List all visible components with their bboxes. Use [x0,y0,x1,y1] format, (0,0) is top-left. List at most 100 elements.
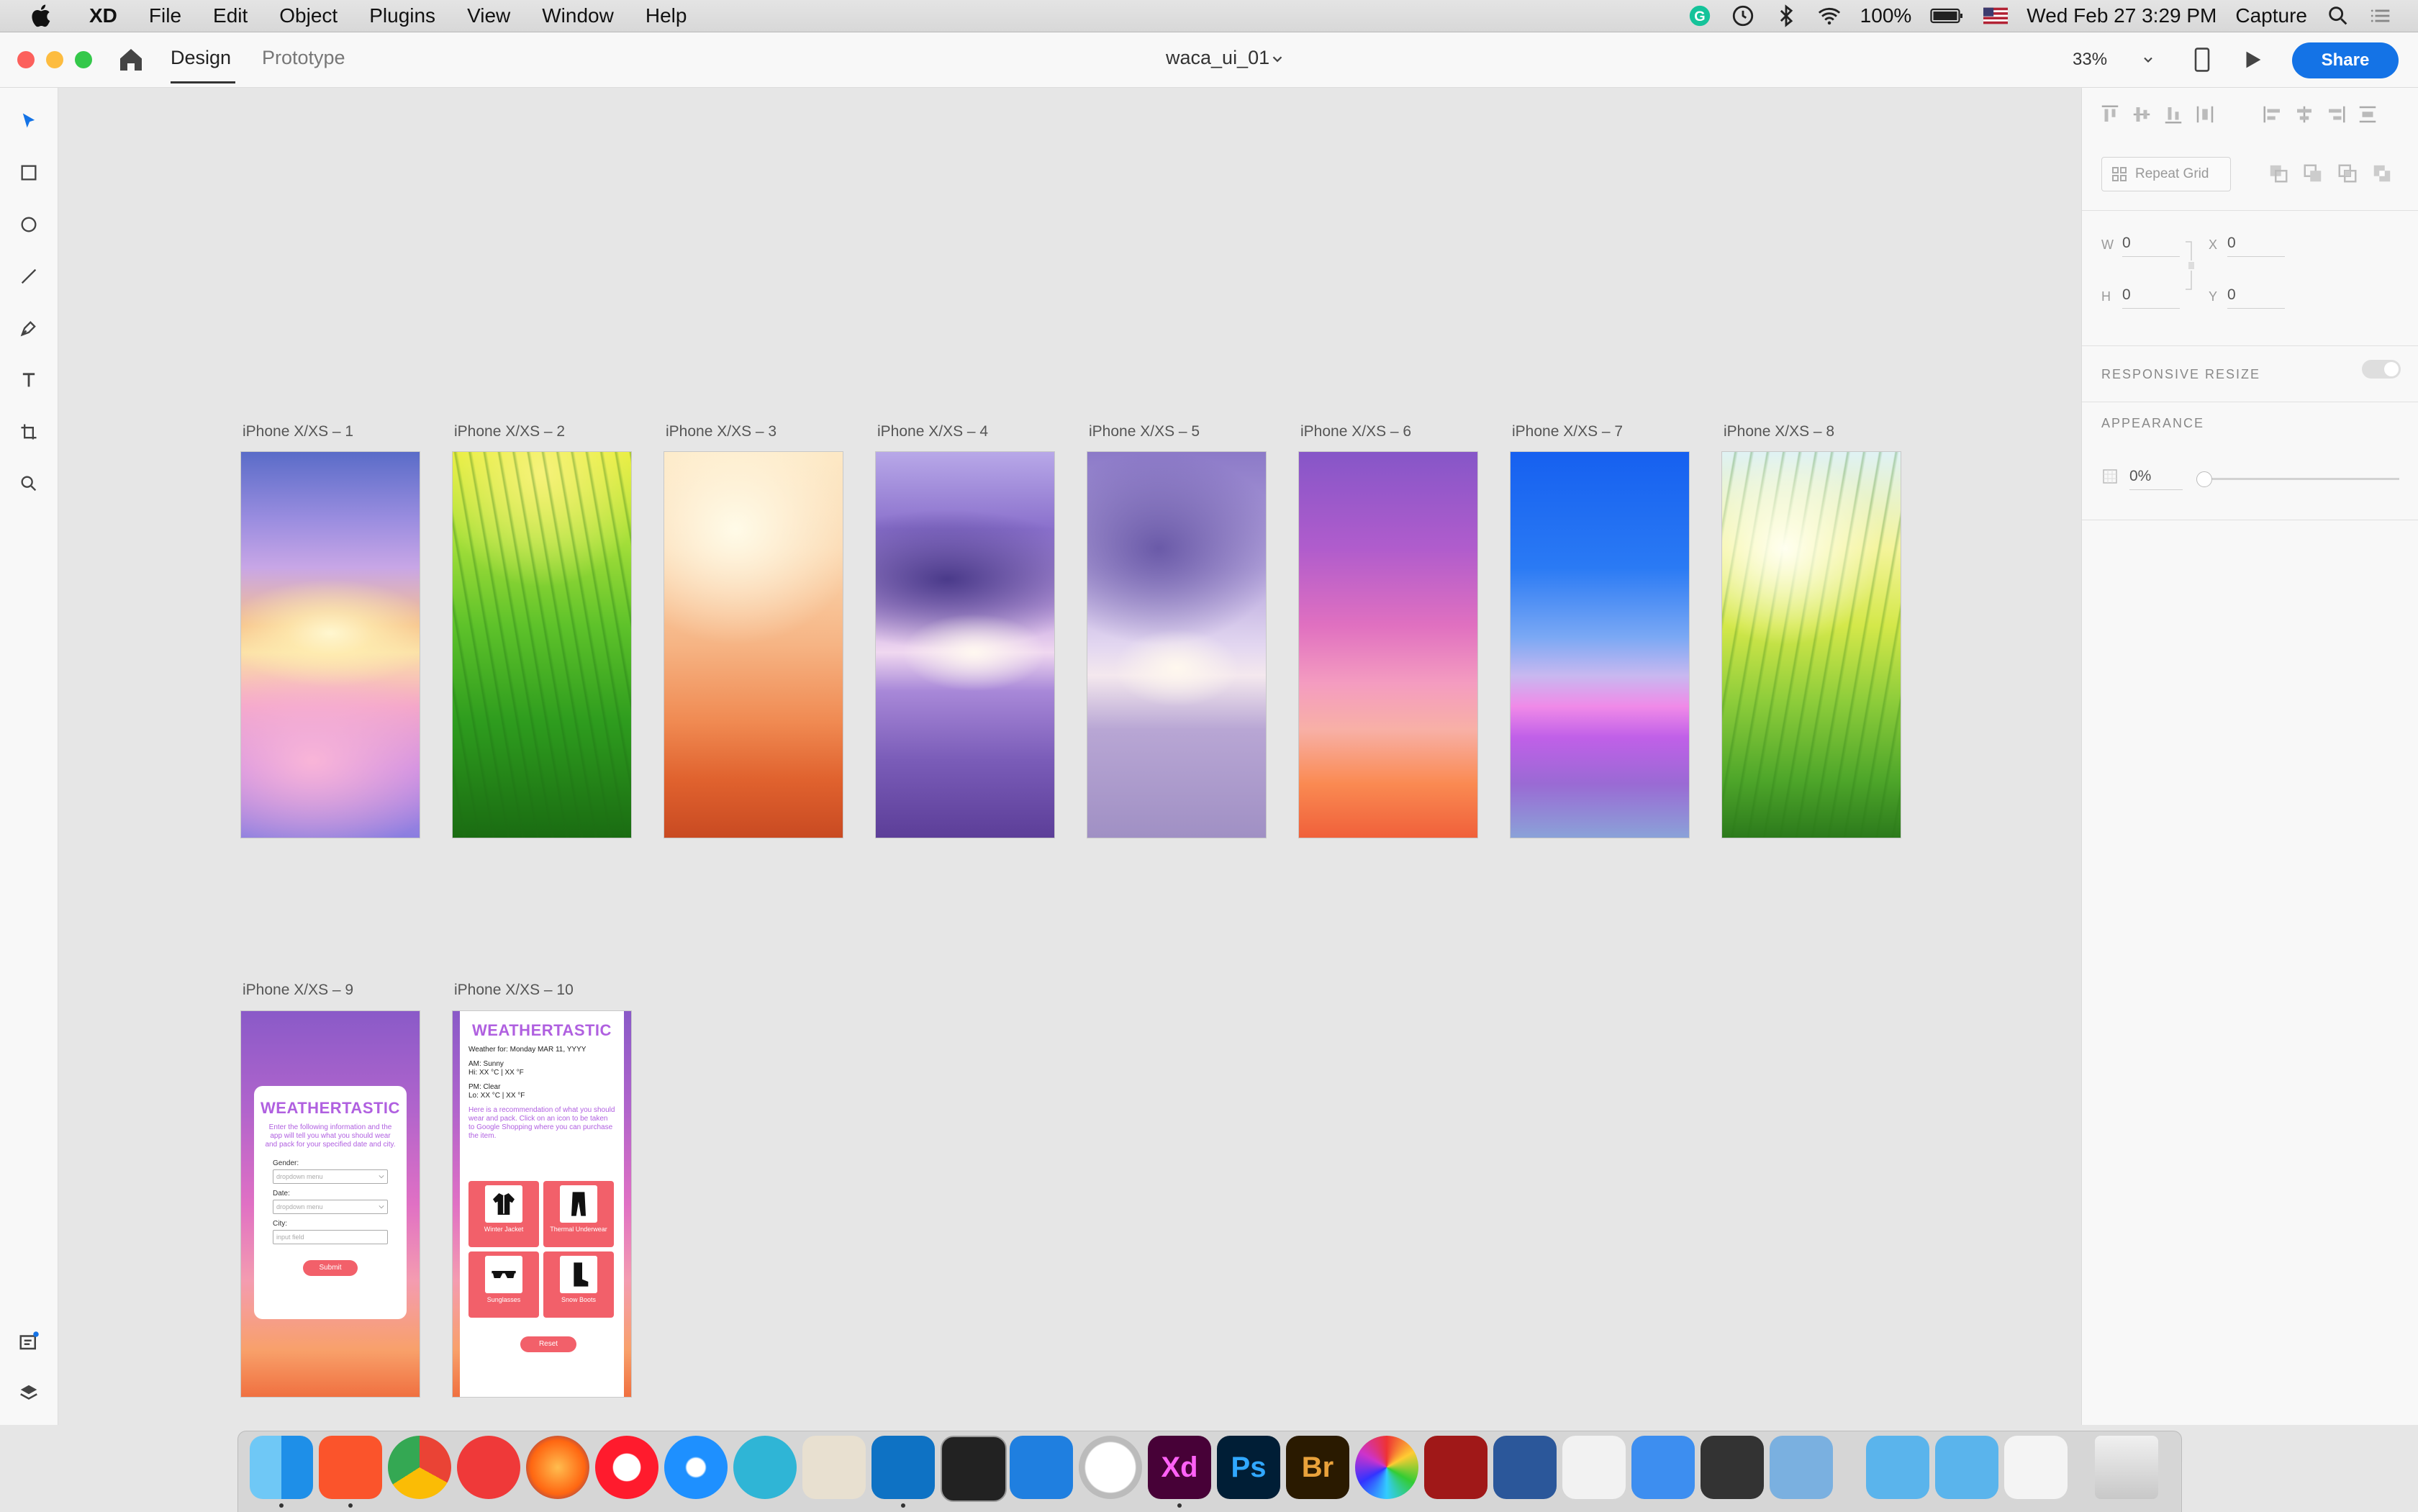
grammarly-icon[interactable]: G [1688,4,1712,28]
photoshop-icon[interactable]: Ps [1217,1436,1280,1499]
intersect-shape-icon[interactable] [2337,163,2358,184]
exclude-shape-icon[interactable] [2371,163,2393,184]
item-thermal-underwear[interactable]: Thermal Underwear [543,1181,614,1247]
artboard-3[interactable] [664,451,843,838]
downloads-folder-icon[interactable] [1935,1436,1998,1499]
item-snow-boots[interactable]: Snow Boots [543,1251,614,1318]
calendar-icon[interactable] [1701,1436,1764,1499]
app-store-folder-icon[interactable] [1866,1436,1929,1499]
artboard-label[interactable]: iPhone X/XS – 1 [243,423,353,440]
firefox-icon[interactable] [526,1436,589,1499]
zoom-level[interactable]: 33% [2073,50,2107,70]
apple-icon[interactable] [27,1,56,30]
align-middle-icon[interactable] [2131,104,2152,125]
zoom-tool[interactable] [14,469,43,498]
menu-help[interactable]: Help [646,4,687,27]
list-icon[interactable] [2369,4,2394,28]
artboard-6[interactable] [1298,451,1478,838]
zoom-chevron-icon[interactable] [2141,53,2155,67]
menu-window[interactable]: Window [542,4,614,27]
menu-view[interactable]: View [467,4,510,27]
menubar-datetime[interactable]: Wed Feb 27 3:29 PM [2027,4,2216,27]
artboard-4[interactable] [875,451,1055,838]
vivaldi-icon[interactable] [457,1436,520,1499]
share-button[interactable]: Share [2292,42,2399,78]
artboard-tool[interactable] [14,417,43,446]
brave-icon[interactable] [319,1436,382,1499]
align-center-icon[interactable] [2294,104,2315,125]
clock-app-icon[interactable] [1079,1436,1142,1499]
item-winter-jacket[interactable]: Winter Jacket [468,1181,539,1247]
terminal-icon[interactable] [941,1436,1007,1502]
color-icon[interactable] [1355,1436,1418,1499]
line-tool[interactable] [14,262,43,291]
artboard-8[interactable] [1721,451,1901,838]
y-field[interactable]: 0 [2227,286,2285,309]
assets-button[interactable] [14,1327,43,1356]
flag-icon[interactable] [1983,4,2009,28]
artboard-label[interactable]: iPhone X/XS – 2 [454,423,565,440]
textedit-icon[interactable] [1562,1436,1626,1499]
menu-plugins[interactable]: Plugins [369,4,435,27]
menu-app-name[interactable]: XD [89,4,117,27]
word-icon[interactable] [1493,1436,1557,1499]
safari-icon[interactable] [664,1436,728,1499]
scrivener-icon[interactable] [802,1436,866,1499]
responsive-resize-toggle[interactable] [2362,360,2401,379]
artboard-7[interactable] [1510,451,1690,838]
align-right-icon[interactable] [2325,104,2347,125]
photo-booth-icon[interactable] [1424,1436,1488,1499]
menu-object[interactable]: Object [279,4,338,27]
tab-prototype[interactable]: Prototype [262,47,345,69]
gender-dropdown[interactable]: dropdown menu [273,1169,388,1184]
pen-tool[interactable] [14,314,43,343]
repeat-grid-button[interactable]: Repeat Grid [2101,157,2231,191]
wifi-icon[interactable] [1817,4,1842,28]
screenshot-icon[interactable] [2004,1436,2068,1499]
chevron-down-icon[interactable] [1269,51,1285,67]
artboard-9[interactable]: WEATHERTASTIC Enter the following inform… [240,1010,420,1398]
chrome-icon[interactable] [388,1436,451,1499]
x-field[interactable]: 0 [2227,235,2285,257]
artboard-label[interactable]: iPhone X/XS – 8 [1724,423,1834,440]
close-window-button[interactable] [17,51,35,68]
minimize-window-button[interactable] [46,51,63,68]
keynote-icon[interactable] [1631,1436,1695,1499]
artboard-label[interactable]: iPhone X/XS – 10 [454,982,574,999]
vscode-icon[interactable] [871,1436,935,1499]
xd-app-icon[interactable]: Xd [1148,1436,1211,1499]
reset-button[interactable]: Reset [520,1336,576,1352]
opacity-slider[interactable] [2201,478,2399,480]
width-field[interactable]: 0 [2122,235,2180,257]
menu-edit[interactable]: Edit [213,4,248,27]
battery-icon[interactable] [1930,4,1965,28]
artboard-2[interactable] [452,451,632,838]
align-bottom-icon[interactable] [2163,104,2184,125]
xcode-icon[interactable] [1010,1436,1073,1499]
opera-icon[interactable] [595,1436,658,1499]
city-input[interactable]: input field [273,1230,388,1244]
date-dropdown[interactable]: dropdown menu [273,1200,388,1214]
artboard-5[interactable] [1087,451,1267,838]
tab-design[interactable]: Design [171,47,236,83]
lock-aspect-icon[interactable] [2184,240,2194,291]
clock-icon[interactable] [1731,4,1755,28]
markdown-icon[interactable] [733,1436,797,1499]
opacity-field[interactable]: 0% [2129,468,2183,490]
bluetooth-icon[interactable] [1774,4,1798,28]
layers-button[interactable] [14,1379,43,1408]
design-canvas[interactable]: iPhone X/XS – 1 iPhone X/XS – 2 iPhone X… [58,88,2080,1425]
select-tool[interactable] [14,107,43,135]
preview-icon[interactable] [1770,1436,1833,1499]
height-field[interactable]: 0 [2122,286,2180,309]
device-preview-icon[interactable] [2191,47,2213,73]
menubar-capture[interactable]: Capture [2235,4,2307,27]
submit-button[interactable]: Submit [303,1260,358,1276]
artboard-label[interactable]: iPhone X/XS – 5 [1089,423,1200,440]
align-top-icon[interactable] [2099,104,2121,125]
subtract-shape-icon[interactable] [2302,163,2324,184]
item-sunglasses[interactable]: Sunglasses [468,1251,539,1318]
bridge-icon[interactable]: Br [1286,1436,1349,1499]
artboard-label[interactable]: iPhone X/XS – 7 [1512,423,1623,440]
maximize-window-button[interactable] [75,51,92,68]
